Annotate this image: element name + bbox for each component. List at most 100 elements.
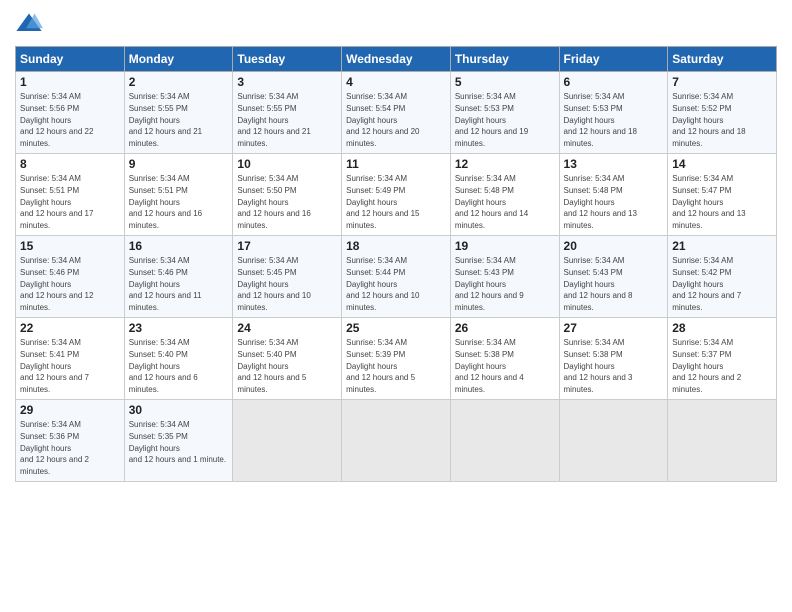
day-detail: Sunrise: 5:34 AMSunset: 5:35 PMDaylight … xyxy=(129,420,226,464)
day-number: 26 xyxy=(455,321,555,335)
header xyxy=(15,10,777,38)
calendar-cell: 30 Sunrise: 5:34 AMSunset: 5:35 PMDaylig… xyxy=(124,399,233,481)
calendar-cell: 24 Sunrise: 5:34 AMSunset: 5:40 PMDaylig… xyxy=(233,317,342,399)
day-detail: Sunrise: 5:34 AMSunset: 5:54 PMDaylight … xyxy=(346,92,419,148)
weekday-header: Monday xyxy=(124,47,233,72)
day-detail: Sunrise: 5:34 AMSunset: 5:46 PMDaylight … xyxy=(20,256,93,312)
day-number: 3 xyxy=(237,75,337,89)
day-detail: Sunrise: 5:34 AMSunset: 5:43 PMDaylight … xyxy=(455,256,524,312)
calendar-cell: 10 Sunrise: 5:34 AMSunset: 5:50 PMDaylig… xyxy=(233,153,342,235)
day-number: 4 xyxy=(346,75,446,89)
day-detail: Sunrise: 5:34 AMSunset: 5:49 PMDaylight … xyxy=(346,174,419,230)
day-detail: Sunrise: 5:34 AMSunset: 5:46 PMDaylight … xyxy=(129,256,202,312)
page: SundayMondayTuesdayWednesdayThursdayFrid… xyxy=(0,0,792,612)
logo xyxy=(15,10,47,38)
day-detail: Sunrise: 5:34 AMSunset: 5:56 PMDaylight … xyxy=(20,92,93,148)
calendar-cell: 17 Sunrise: 5:34 AMSunset: 5:45 PMDaylig… xyxy=(233,235,342,317)
day-number: 10 xyxy=(237,157,337,171)
day-detail: Sunrise: 5:34 AMSunset: 5:50 PMDaylight … xyxy=(237,174,310,230)
calendar-week-row: 29 Sunrise: 5:34 AMSunset: 5:36 PMDaylig… xyxy=(16,399,777,481)
calendar-cell xyxy=(559,399,668,481)
day-number: 17 xyxy=(237,239,337,253)
calendar-cell: 3 Sunrise: 5:34 AMSunset: 5:55 PMDayligh… xyxy=(233,72,342,154)
day-number: 5 xyxy=(455,75,555,89)
calendar-cell: 8 Sunrise: 5:34 AMSunset: 5:51 PMDayligh… xyxy=(16,153,125,235)
calendar-cell: 18 Sunrise: 5:34 AMSunset: 5:44 PMDaylig… xyxy=(342,235,451,317)
day-detail: Sunrise: 5:34 AMSunset: 5:37 PMDaylight … xyxy=(672,338,741,394)
day-detail: Sunrise: 5:34 AMSunset: 5:48 PMDaylight … xyxy=(564,174,637,230)
calendar-table: SundayMondayTuesdayWednesdayThursdayFrid… xyxy=(15,46,777,482)
calendar-cell xyxy=(233,399,342,481)
day-number: 13 xyxy=(564,157,664,171)
calendar-cell: 2 Sunrise: 5:34 AMSunset: 5:55 PMDayligh… xyxy=(124,72,233,154)
calendar-cell: 25 Sunrise: 5:34 AMSunset: 5:39 PMDaylig… xyxy=(342,317,451,399)
calendar-cell: 29 Sunrise: 5:34 AMSunset: 5:36 PMDaylig… xyxy=(16,399,125,481)
day-number: 27 xyxy=(564,321,664,335)
weekday-header: Sunday xyxy=(16,47,125,72)
day-number: 11 xyxy=(346,157,446,171)
day-detail: Sunrise: 5:34 AMSunset: 5:48 PMDaylight … xyxy=(455,174,528,230)
day-detail: Sunrise: 5:34 AMSunset: 5:53 PMDaylight … xyxy=(564,92,637,148)
calendar-cell: 23 Sunrise: 5:34 AMSunset: 5:40 PMDaylig… xyxy=(124,317,233,399)
calendar-cell: 15 Sunrise: 5:34 AMSunset: 5:46 PMDaylig… xyxy=(16,235,125,317)
day-detail: Sunrise: 5:34 AMSunset: 5:47 PMDaylight … xyxy=(672,174,745,230)
day-detail: Sunrise: 5:34 AMSunset: 5:36 PMDaylight … xyxy=(20,420,89,476)
day-number: 25 xyxy=(346,321,446,335)
calendar-cell: 5 Sunrise: 5:34 AMSunset: 5:53 PMDayligh… xyxy=(450,72,559,154)
day-detail: Sunrise: 5:34 AMSunset: 5:41 PMDaylight … xyxy=(20,338,89,394)
calendar-cell: 13 Sunrise: 5:34 AMSunset: 5:48 PMDaylig… xyxy=(559,153,668,235)
day-number: 21 xyxy=(672,239,772,253)
day-number: 20 xyxy=(564,239,664,253)
day-number: 18 xyxy=(346,239,446,253)
day-number: 19 xyxy=(455,239,555,253)
calendar-cell: 12 Sunrise: 5:34 AMSunset: 5:48 PMDaylig… xyxy=(450,153,559,235)
calendar-cell: 20 Sunrise: 5:34 AMSunset: 5:43 PMDaylig… xyxy=(559,235,668,317)
day-number: 1 xyxy=(20,75,120,89)
day-detail: Sunrise: 5:34 AMSunset: 5:42 PMDaylight … xyxy=(672,256,741,312)
calendar-cell xyxy=(342,399,451,481)
day-detail: Sunrise: 5:34 AMSunset: 5:40 PMDaylight … xyxy=(129,338,198,394)
day-number: 22 xyxy=(20,321,120,335)
day-detail: Sunrise: 5:34 AMSunset: 5:39 PMDaylight … xyxy=(346,338,415,394)
day-detail: Sunrise: 5:34 AMSunset: 5:38 PMDaylight … xyxy=(564,338,633,394)
calendar-week-row: 15 Sunrise: 5:34 AMSunset: 5:46 PMDaylig… xyxy=(16,235,777,317)
calendar-cell: 7 Sunrise: 5:34 AMSunset: 5:52 PMDayligh… xyxy=(668,72,777,154)
weekday-header: Wednesday xyxy=(342,47,451,72)
day-detail: Sunrise: 5:34 AMSunset: 5:44 PMDaylight … xyxy=(346,256,419,312)
weekday-header-row: SundayMondayTuesdayWednesdayThursdayFrid… xyxy=(16,47,777,72)
day-detail: Sunrise: 5:34 AMSunset: 5:53 PMDaylight … xyxy=(455,92,528,148)
day-detail: Sunrise: 5:34 AMSunset: 5:45 PMDaylight … xyxy=(237,256,310,312)
day-number: 16 xyxy=(129,239,229,253)
weekday-header: Thursday xyxy=(450,47,559,72)
day-number: 24 xyxy=(237,321,337,335)
calendar-cell: 28 Sunrise: 5:34 AMSunset: 5:37 PMDaylig… xyxy=(668,317,777,399)
calendar-week-row: 22 Sunrise: 5:34 AMSunset: 5:41 PMDaylig… xyxy=(16,317,777,399)
day-detail: Sunrise: 5:34 AMSunset: 5:51 PMDaylight … xyxy=(20,174,93,230)
day-number: 7 xyxy=(672,75,772,89)
day-detail: Sunrise: 5:34 AMSunset: 5:43 PMDaylight … xyxy=(564,256,633,312)
day-number: 30 xyxy=(129,403,229,417)
calendar-week-row: 1 Sunrise: 5:34 AMSunset: 5:56 PMDayligh… xyxy=(16,72,777,154)
day-number: 29 xyxy=(20,403,120,417)
weekday-header: Saturday xyxy=(668,47,777,72)
day-number: 23 xyxy=(129,321,229,335)
weekday-header: Tuesday xyxy=(233,47,342,72)
day-number: 9 xyxy=(129,157,229,171)
calendar-cell: 11 Sunrise: 5:34 AMSunset: 5:49 PMDaylig… xyxy=(342,153,451,235)
day-detail: Sunrise: 5:34 AMSunset: 5:52 PMDaylight … xyxy=(672,92,745,148)
day-number: 6 xyxy=(564,75,664,89)
calendar-cell: 16 Sunrise: 5:34 AMSunset: 5:46 PMDaylig… xyxy=(124,235,233,317)
calendar-cell: 4 Sunrise: 5:34 AMSunset: 5:54 PMDayligh… xyxy=(342,72,451,154)
day-number: 14 xyxy=(672,157,772,171)
day-detail: Sunrise: 5:34 AMSunset: 5:38 PMDaylight … xyxy=(455,338,524,394)
day-number: 15 xyxy=(20,239,120,253)
day-number: 2 xyxy=(129,75,229,89)
calendar-cell: 6 Sunrise: 5:34 AMSunset: 5:53 PMDayligh… xyxy=(559,72,668,154)
calendar-cell xyxy=(450,399,559,481)
calendar-cell: 19 Sunrise: 5:34 AMSunset: 5:43 PMDaylig… xyxy=(450,235,559,317)
calendar-cell: 22 Sunrise: 5:34 AMSunset: 5:41 PMDaylig… xyxy=(16,317,125,399)
calendar-cell: 26 Sunrise: 5:34 AMSunset: 5:38 PMDaylig… xyxy=(450,317,559,399)
calendar-cell: 14 Sunrise: 5:34 AMSunset: 5:47 PMDaylig… xyxy=(668,153,777,235)
day-detail: Sunrise: 5:34 AMSunset: 5:55 PMDaylight … xyxy=(237,92,310,148)
day-detail: Sunrise: 5:34 AMSunset: 5:51 PMDaylight … xyxy=(129,174,202,230)
